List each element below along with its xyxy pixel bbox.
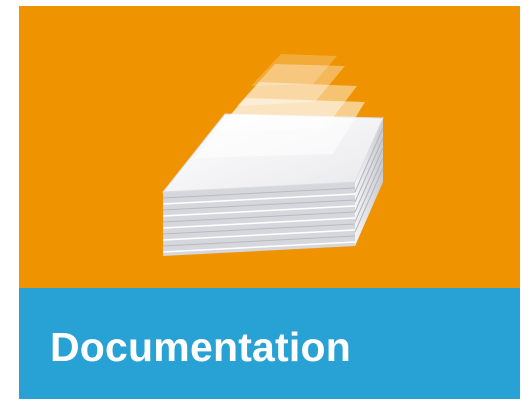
tile-caption: Documentation <box>19 288 520 399</box>
tile-image <box>19 6 520 288</box>
document-stack-icon <box>161 54 384 256</box>
documentation-tile[interactable]: Documentation <box>19 6 520 399</box>
tile-label: Documentation <box>50 324 351 370</box>
